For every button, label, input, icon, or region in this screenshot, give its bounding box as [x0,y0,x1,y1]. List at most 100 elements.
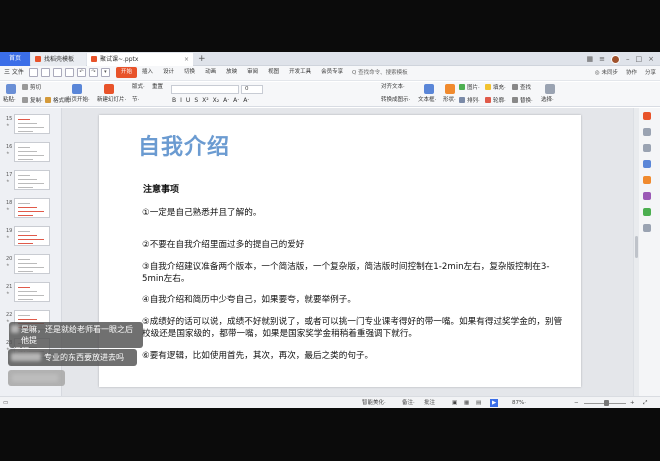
font-family-select[interactable] [171,85,239,94]
reading-view-icon[interactable]: ▤ [476,399,481,407]
file-menu[interactable]: 三 文件 [2,68,26,77]
menu-tab-6[interactable]: 审阅 [242,67,263,78]
menu-tab-2[interactable]: 设计 [158,67,179,78]
play-from-current-button[interactable]: 当页开始· [66,97,90,104]
export-pdf-icon[interactable] [40,68,50,77]
zoom-in-icon[interactable]: + [630,399,635,407]
select-button[interactable]: 选择· [541,97,554,104]
cloud-icon[interactable] [643,208,651,216]
slide-thumbnail-21[interactable]: 21 [6,282,56,302]
design-icon[interactable] [643,128,651,136]
note-item-1[interactable]: ①一定是自己熟悉并且了解的。 [142,208,567,220]
tab-current-document[interactable]: 聚试课~.pptx × [87,53,193,66]
maximize-icon[interactable]: □ [636,54,643,64]
pen-icon[interactable] [643,176,651,184]
menu-tab-9[interactable]: 会员专享 [316,67,348,78]
note-item-3[interactable]: ③自我介绍建议准备两个版本，一个简洁版，一个复杂版，简洁版时间控制在1-2min… [142,262,567,285]
copy-button[interactable]: 复制· [22,97,43,105]
properties-icon[interactable] [643,112,651,120]
sync-status[interactable]: ◎ 未同步 [595,68,618,78]
notes-heading[interactable]: 注意事项 [143,185,179,196]
vertical-scrollbar[interactable] [634,108,639,396]
menu-tab-0[interactable]: 开始 [116,67,138,78]
fit-window-icon[interactable]: ⤢ [643,399,647,407]
slide-thumbnail-20[interactable]: 20 [6,254,56,274]
slide-thumbnail-17[interactable]: 17 [6,170,56,190]
format-button-0[interactable]: B [172,97,176,104]
tab-docer-templates[interactable]: 找稻壳模板 [31,53,86,66]
select-icon[interactable] [545,84,555,94]
format-button-2[interactable]: U [186,97,190,104]
new-slide-button[interactable]: 新建幻灯片· [97,97,126,104]
zoom-out-icon[interactable]: − [574,399,579,407]
section-button[interactable]: 节· [132,97,139,104]
smart-beautify-button[interactable]: 智能美化· [362,399,386,407]
layout-button[interactable]: 版式· [132,84,145,91]
collaborate-button[interactable]: 协作 [626,68,637,78]
arrange-button[interactable]: 排列· [459,97,480,105]
style-icon[interactable] [643,160,651,168]
text-box-icon[interactable] [424,84,434,94]
format-button-1[interactable]: I [180,97,182,104]
slide-thumbnail-18[interactable]: 18 [6,198,56,218]
align-text-button[interactable]: 对齐文本· [381,84,405,91]
print-icon[interactable] [52,68,62,77]
magic-icon[interactable] [643,192,651,200]
menu-icon[interactable]: ≡ [599,54,605,64]
menu-tab-1[interactable]: 插入 [137,67,158,78]
close-tab-icon[interactable]: × [184,53,189,66]
note-item-5[interactable]: ⑤成绩好的话可以说，成绩不好就别说了，或者可以挑一门专业课考得好的带一嘴。如果有… [142,317,567,340]
sorter-view-icon[interactable]: ▦ [464,399,469,407]
format-button-8[interactable]: A· [243,97,249,104]
share-button[interactable]: 分享 [645,68,656,78]
tab-home[interactable]: 首页 [0,52,30,66]
notes-button[interactable]: 备注· [402,399,415,407]
new-slide-icon[interactable] [104,84,114,94]
format-button-5[interactable]: X₂ [213,97,220,104]
note-item-4[interactable]: ④自我介绍和简历中少夸自己，如果要夸，就要举例子。 [142,295,567,307]
menu-tab-7[interactable]: 视图 [263,67,284,78]
paste-icon[interactable] [6,84,16,94]
command-search[interactable]: Q 查找命令、搜索模板 [352,68,437,78]
customize-icon[interactable]: ▾ [100,68,110,77]
new-tab-button[interactable]: + [198,52,206,66]
cut-button[interactable]: 剪切 [22,84,41,92]
shape-button[interactable]: 形状· [443,97,456,104]
format-button-3[interactable]: S [194,97,198,104]
avatar[interactable] [611,54,620,64]
note-item-6[interactable]: ⑥要有逻辑，比如使用首先，其次，再次，最后之类的句子。 [142,351,567,363]
find-button[interactable]: 查找 [512,84,531,92]
paste-button[interactable]: 粘贴· [3,97,16,104]
help-icon[interactable] [643,224,651,232]
comments-button[interactable]: 批注 [424,399,435,407]
format-button-4[interactable]: X² [202,97,209,104]
normal-view-icon[interactable]: ▣ [452,399,457,407]
play-from-current-icon[interactable] [72,84,82,94]
menu-tab-8[interactable]: 开发工具 [284,67,316,78]
font-size-select[interactable]: 0 [241,85,263,94]
note-item-2[interactable]: ②不要在自我介绍里面过多的提自己的爱好 [142,240,567,252]
convert-smartart-button[interactable]: 转换成图示· [381,97,410,104]
redo-icon[interactable]: ↷ [88,68,98,77]
undo-icon[interactable]: ↶ [76,68,86,77]
minimize-icon[interactable]: – [626,54,630,64]
scrollbar-thumb[interactable] [635,236,638,258]
save-icon[interactable] [28,68,38,77]
reset-button[interactable]: 重置 [152,84,163,91]
format-button-6[interactable]: A· [223,97,229,104]
slideshow-button-icon[interactable]: ▶ [490,399,499,407]
slide-thumbnail-19[interactable]: 19 [6,226,56,246]
zoom-level[interactable]: 87%· [512,399,526,407]
outline-button[interactable]: 轮廓· [485,97,506,105]
picture-button[interactable]: 图片· [459,84,480,92]
slide-thumbnail-15[interactable]: 15 [6,114,56,134]
animation-icon[interactable] [643,144,651,152]
format-button-7[interactable]: A· [233,97,239,104]
menu-tab-5[interactable]: 放映 [221,67,242,78]
slide-title[interactable]: 自我介绍 [138,135,230,161]
slide-canvas[interactable]: 自我介绍 注意事项 ①一定是自己熟悉并且了解的。 ②不要在自我介绍里面过多的提自… [99,115,581,387]
menu-tab-4[interactable]: 动画 [200,67,221,78]
fill-button[interactable]: 填充· [485,84,506,92]
replace-button[interactable]: 替换· [512,97,533,105]
print-preview-icon[interactable] [64,68,74,77]
